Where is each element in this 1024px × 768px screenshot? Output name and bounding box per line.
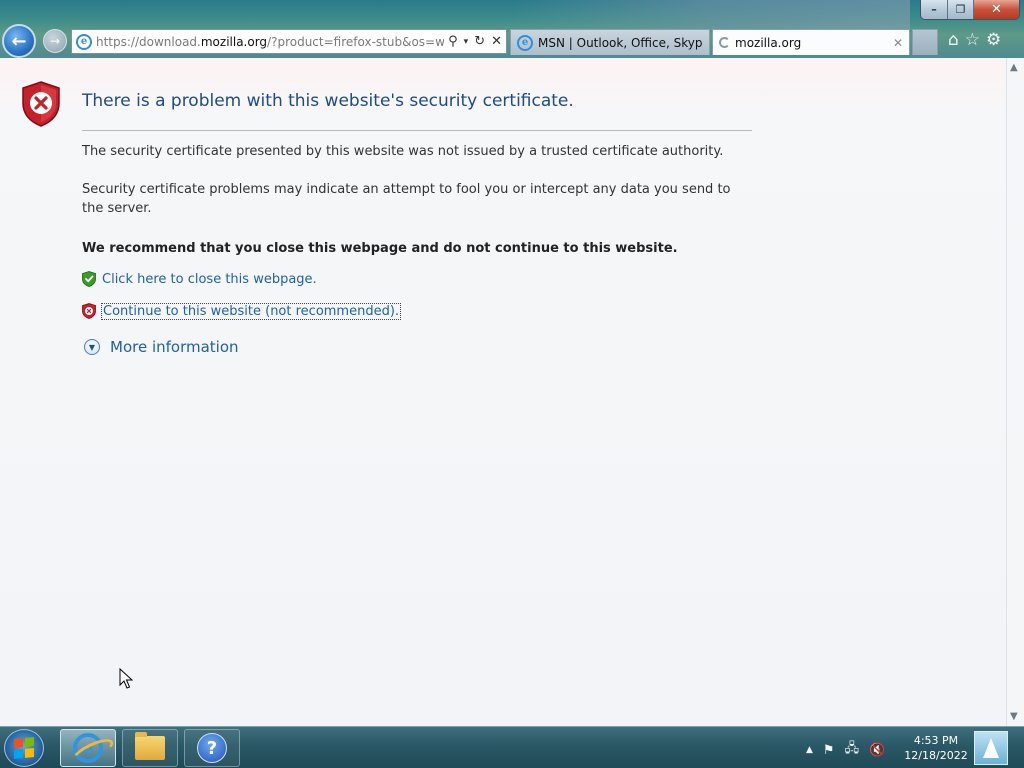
show-desktop-button[interactable]	[974, 731, 1008, 765]
page-content: There is a problem with this website's s…	[0, 58, 1006, 726]
page-title: There is a problem with this website's s…	[82, 91, 574, 111]
tab-msn[interactable]: e MSN | Outlook, Office, Skype, ...	[510, 29, 710, 55]
certificate-message: The security certificate presented by th…	[82, 144, 724, 159]
close-window-button[interactable]: ✕	[973, 0, 1019, 19]
ok-shield-icon	[82, 271, 96, 287]
close-webpage-link[interactable]: Click here to close this webpage.	[102, 272, 317, 287]
toolbar-icons: ⌂ ☆ ⚙	[948, 30, 1001, 50]
search-icon[interactable]: ⚲	[448, 34, 458, 49]
close-webpage-option[interactable]: Click here to close this webpage.	[82, 271, 317, 287]
start-orb	[14, 736, 34, 760]
address-bar[interactable]: e https://download.mozilla.org/?product=…	[71, 29, 507, 54]
recommendation-text: We recommend that you close this webpage…	[82, 241, 678, 256]
clock-time: 4:53 PM	[913, 734, 959, 747]
mute-icon[interactable]: 🔇	[869, 743, 885, 758]
divider	[82, 130, 752, 131]
help-icon: ?	[197, 733, 227, 763]
tools-icon[interactable]: ⚙	[986, 30, 1001, 50]
scroll-down-icon[interactable]: ▼	[1010, 711, 1018, 722]
expand-icon[interactable]: ▼	[84, 339, 100, 355]
vertical-scrollbar[interactable]: ▲ ▼	[1006, 58, 1024, 726]
error-shield-icon	[22, 81, 60, 127]
flag-icon[interactable]: ⚑	[823, 743, 835, 758]
taskbar: e ? ▲ ⚑ 🖧 🔇 4:53 PM 12/18/2022	[0, 726, 1024, 768]
back-button[interactable]: ←	[2, 24, 36, 58]
taskbar-help[interactable]: ?	[184, 729, 240, 767]
ie-icon: e	[73, 733, 103, 763]
new-tab-button[interactable]	[912, 29, 938, 55]
error-shield-icon	[82, 303, 96, 319]
tab-label: mozilla.org	[735, 35, 802, 50]
favorites-icon[interactable]: ☆	[965, 30, 980, 50]
tab-close-icon[interactable]: ✕	[893, 36, 903, 50]
start-button[interactable]	[4, 729, 44, 767]
ie-icon: e	[517, 34, 533, 51]
system-tray: ▲ ⚑ 🖧 🔇	[806, 739, 885, 761]
continue-option[interactable]: Continue to this website (not recommende…	[82, 302, 402, 320]
taskbar-internet-explorer[interactable]: e	[60, 729, 116, 767]
url-suffix: /?product=firefox-stub&os=win&l	[267, 34, 445, 49]
forward-icon: →	[49, 34, 61, 48]
mouse-cursor-icon	[119, 668, 133, 689]
show-hidden-icons[interactable]: ▲	[806, 745, 813, 755]
address-tools: ⚲ ▾ ↻ ✕	[444, 34, 506, 49]
clock[interactable]: 4:53 PM 12/18/2022	[900, 733, 972, 763]
ie-icon: e	[76, 33, 92, 50]
dropdown-icon[interactable]: ▾	[464, 37, 469, 47]
warning-message: Security certificate problems may indica…	[82, 182, 731, 216]
more-information-label[interactable]: More information	[110, 338, 239, 356]
clock-date: 12/18/2022	[904, 749, 968, 762]
minimize-button[interactable]: –	[921, 0, 947, 19]
loading-icon	[719, 37, 730, 48]
stop-icon[interactable]: ✕	[491, 34, 502, 49]
network-icon[interactable]: 🖧	[845, 739, 860, 761]
home-icon[interactable]: ⌂	[948, 30, 959, 50]
more-information-toggle[interactable]: ▼ More information	[84, 338, 239, 356]
restore-button[interactable]: ❐	[947, 0, 973, 19]
back-icon: ←	[11, 30, 27, 52]
sailboat-icon	[983, 738, 999, 758]
window-controls: – ❐ ✕	[920, 0, 1020, 20]
refresh-icon[interactable]: ↻	[474, 34, 485, 49]
tab-label: MSN | Outlook, Office, Skype, ...	[538, 35, 703, 50]
folder-icon	[135, 732, 165, 760]
taskbar-explorer[interactable]	[122, 729, 178, 767]
address-url[interactable]: https://download.mozilla.org/?product=fi…	[96, 35, 444, 49]
tab-mozilla[interactable]: mozilla.org ✕	[712, 29, 910, 55]
url-prefix: https://download.	[96, 34, 201, 49]
url-host: mozilla.org	[200, 34, 268, 49]
scroll-up-icon[interactable]: ▲	[1010, 62, 1018, 73]
forward-button[interactable]: →	[43, 29, 67, 53]
continue-link[interactable]: Continue to this website (not recommende…	[100, 302, 402, 320]
